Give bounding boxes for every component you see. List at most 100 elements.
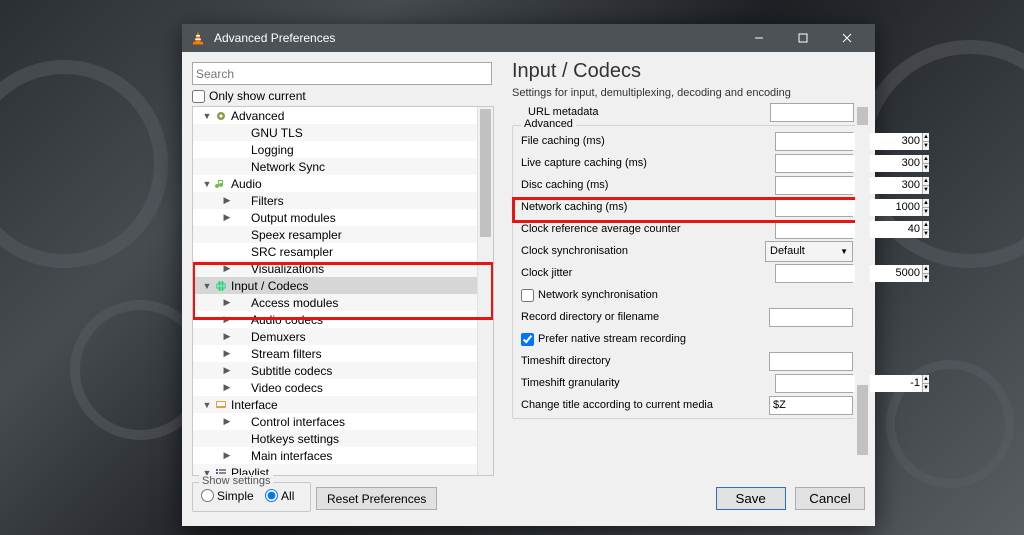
tree-item[interactable]: SRC resampler (193, 243, 477, 260)
desktop-background: Advanced Preferences Only show current ▼… (0, 0, 1024, 535)
category-icon (233, 330, 249, 344)
chevron-icon: ▶ (221, 297, 233, 308)
panel-title: Input / Codecs (512, 60, 862, 83)
category-icon (233, 160, 249, 174)
tree-item[interactable]: GNU TLS (193, 124, 477, 141)
clock-jitter-input[interactable]: ▲▼ (775, 264, 853, 283)
tree-item[interactable]: ▼ Advanced (193, 107, 477, 124)
cancel-button[interactable]: Cancel (795, 487, 865, 510)
tree-item-label: Stream filters (251, 347, 322, 361)
tree-item[interactable]: ▶Subtitle codecs (193, 362, 477, 379)
tree-item-label: Visualizations (251, 262, 324, 276)
tree-item[interactable]: ▼ Audio (193, 175, 477, 192)
chevron-icon: ▶ (221, 314, 233, 325)
timeshift-gran-input[interactable]: ▲▼ (775, 374, 853, 393)
tree-item-label: Speex resampler (251, 228, 342, 242)
tree-item[interactable]: ▶ Control interfaces (193, 413, 477, 430)
change-title-label: Change title according to current media (521, 399, 769, 411)
tree-item-label: Filters (251, 194, 284, 208)
chevron-icon: ▶ (221, 348, 233, 359)
tree-scrollbar[interactable] (477, 107, 493, 475)
category-icon (233, 364, 249, 378)
timeshift-dir-input[interactable] (769, 352, 853, 371)
tree-item-label: SRC resampler (251, 245, 333, 259)
tree-item[interactable]: ▶Visualizations (193, 260, 477, 277)
tree-item-label: Output modules (251, 211, 336, 225)
category-tree[interactable]: ▼ Advanced GNU TLSLogging Network Sync ▼ Audi… (192, 106, 494, 476)
tree-item[interactable]: ▶ Stream filters (193, 345, 477, 362)
tree-item[interactable]: Hotkeys settings (193, 430, 477, 447)
tree-item[interactable]: ▶Demuxers (193, 328, 477, 345)
clock-jitter-label: Clock jitter (521, 267, 775, 279)
tree-item[interactable]: Speex resampler (193, 226, 477, 243)
tree-item-label: Audio (231, 177, 262, 191)
search-input[interactable] (192, 62, 492, 85)
tree-item[interactable]: ▶ Audio codecs (193, 311, 477, 328)
category-icon (233, 296, 249, 310)
reset-preferences-button[interactable]: Reset Preferences (316, 487, 437, 510)
close-button[interactable] (825, 24, 869, 52)
titlebar[interactable]: Advanced Preferences (182, 24, 875, 52)
tree-item-label: Input / Codecs (231, 279, 308, 293)
radio-all[interactable]: All (265, 489, 294, 503)
preferences-window: Advanced Preferences Only show current ▼… (182, 24, 875, 526)
category-icon (233, 126, 249, 140)
tree-item-label: Video codecs (251, 381, 323, 395)
category-icon (213, 279, 229, 293)
settings-panel: Input / Codecs Settings for input, demul… (512, 60, 862, 419)
chevron-icon: ▶ (221, 416, 233, 427)
chevron-icon: ▶ (221, 212, 233, 223)
chevron-icon: ▼ (201, 179, 213, 189)
tree-item-label: GNU TLS (251, 126, 303, 140)
save-button[interactable]: Save (716, 487, 786, 510)
file-caching-label: File caching (ms) (521, 135, 775, 147)
clock-ref-input[interactable]: ▲▼ (775, 220, 853, 239)
prefer-native-checkbox[interactable]: Prefer native stream recording (521, 333, 686, 346)
url-metadata-input[interactable] (770, 103, 854, 122)
category-icon (233, 313, 249, 327)
tree-item-label: Control interfaces (251, 415, 345, 429)
disc-caching-input[interactable]: ▲▼ (775, 176, 853, 195)
tree-item[interactable]: ▼Playlist (193, 464, 477, 475)
network-caching-input[interactable]: ▲▼ (775, 198, 853, 217)
network-sync-checkbox[interactable]: Network synchronisation (521, 289, 658, 302)
tree-item-label: Subtitle codecs (251, 364, 332, 378)
panel-scrollbar[interactable] (855, 105, 870, 481)
panel-subtitle: Settings for input, demultiplexing, deco… (512, 87, 862, 99)
tree-item-label: Audio codecs (251, 313, 323, 327)
live-capture-input[interactable]: ▲▼ (775, 154, 853, 173)
tree-item[interactable]: Logging (193, 141, 477, 158)
only-show-current-checkbox[interactable]: Only show current (192, 89, 492, 103)
show-settings-group: Show settings Simple All (192, 482, 311, 513)
category-icon (233, 432, 249, 446)
tree-item[interactable]: Network Sync (193, 158, 477, 175)
minimize-button[interactable] (737, 24, 781, 52)
clock-sync-select[interactable]: Default▼ (765, 241, 853, 262)
tree-item[interactable]: ▶ Video codecs (193, 379, 477, 396)
timeshift-gran-label: Timeshift granularity (521, 377, 775, 389)
chevron-icon: ▼ (201, 111, 213, 121)
tree-item[interactable]: ▶ Output modules (193, 209, 477, 226)
tree-item-label: Advanced (231, 109, 284, 123)
client-area: Only show current ▼ Advanced GNU TLSLoggin… (182, 52, 875, 526)
tree-item[interactable]: ▶Filters (193, 192, 477, 209)
category-icon (233, 245, 249, 259)
radio-simple[interactable]: Simple (201, 489, 254, 503)
chevron-icon: ▶ (221, 382, 233, 393)
tree-item-label: Network Sync (251, 160, 325, 174)
record-dir-input[interactable] (769, 308, 853, 327)
tree-item-label: Interface (231, 398, 278, 412)
advanced-section: Advanced File caching (ms)▲▼ Live captur… (512, 125, 862, 419)
tree-item[interactable]: ▼Input / Codecs (193, 277, 477, 294)
maximize-button[interactable] (781, 24, 825, 52)
category-icon (233, 381, 249, 395)
tree-item[interactable]: ▼Interface (193, 396, 477, 413)
file-caching-input[interactable]: ▲▼ (775, 132, 853, 151)
category-icon (213, 177, 229, 191)
tree-item[interactable]: ▶Main interfaces (193, 447, 477, 464)
category-icon (213, 398, 229, 412)
chevron-icon: ▶ (221, 331, 233, 342)
change-title-input[interactable] (769, 396, 853, 415)
tree-item[interactable]: ▶Access modules (193, 294, 477, 311)
disc-caching-label: Disc caching (ms) (521, 179, 775, 191)
